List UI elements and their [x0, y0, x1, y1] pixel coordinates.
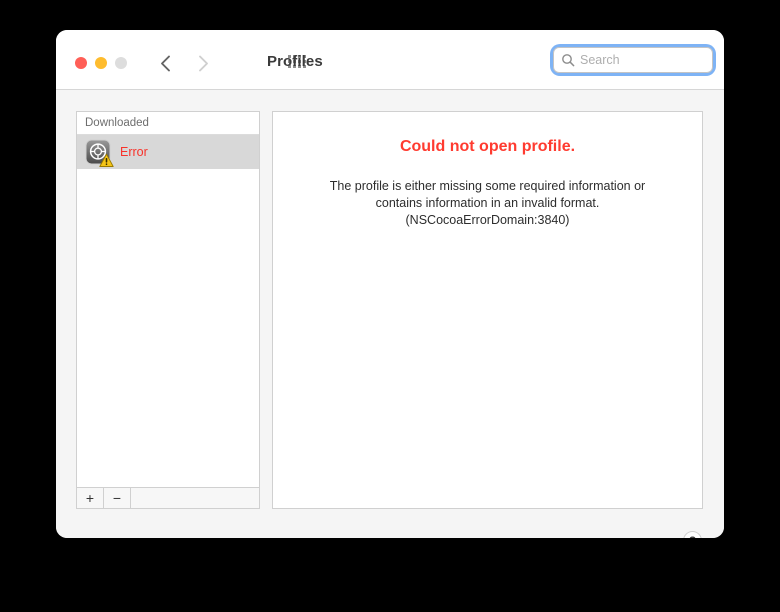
- window-body: Downloaded Error + − Could not open prof…: [56, 90, 724, 538]
- sidebar-footer-toolbar: + −: [76, 488, 260, 509]
- traffic-light-group: [75, 57, 127, 69]
- navigation-arrows: [154, 52, 214, 74]
- zoom-button[interactable]: [115, 57, 127, 69]
- error-description-line-1: The profile is either missing some requi…: [329, 179, 646, 193]
- close-button[interactable]: [75, 57, 87, 69]
- sidebar-section-header: Downloaded: [77, 112, 259, 135]
- footer-filler: [131, 488, 259, 508]
- page-title: Profiles: [267, 53, 323, 70]
- error-description-line-2: contains information in an invalid forma…: [375, 196, 600, 210]
- error-description: The profile is either missing some requi…: [273, 178, 702, 229]
- forward-button[interactable]: [192, 52, 214, 74]
- window-toolbar: Profiles: [56, 30, 724, 90]
- search-field-focus-ring: [553, 47, 713, 73]
- profiles-list: Error: [77, 135, 259, 487]
- search-icon: [561, 53, 575, 67]
- search-field[interactable]: [553, 47, 713, 73]
- warning-badge-icon: [99, 153, 114, 168]
- list-item-error[interactable]: Error: [77, 135, 259, 169]
- list-item-label: Error: [120, 145, 148, 159]
- search-input[interactable]: [580, 53, 700, 67]
- remove-profile-button[interactable]: −: [104, 488, 131, 508]
- profiles-sidebar: Downloaded Error: [76, 111, 260, 488]
- error-title: Could not open profile.: [399, 138, 576, 155]
- back-button[interactable]: [154, 52, 176, 74]
- profile-detail-panel: Could not open profile. The profile is e…: [272, 111, 703, 509]
- minimize-button[interactable]: [95, 57, 107, 69]
- profile-warning-icon: [85, 139, 114, 168]
- profiles-window: Profiles Downloaded: [56, 30, 724, 538]
- help-button[interactable]: ?: [683, 531, 702, 538]
- error-description-line-3: (NSCocoaErrorDomain:3840): [405, 213, 570, 227]
- add-profile-button[interactable]: +: [77, 488, 104, 508]
